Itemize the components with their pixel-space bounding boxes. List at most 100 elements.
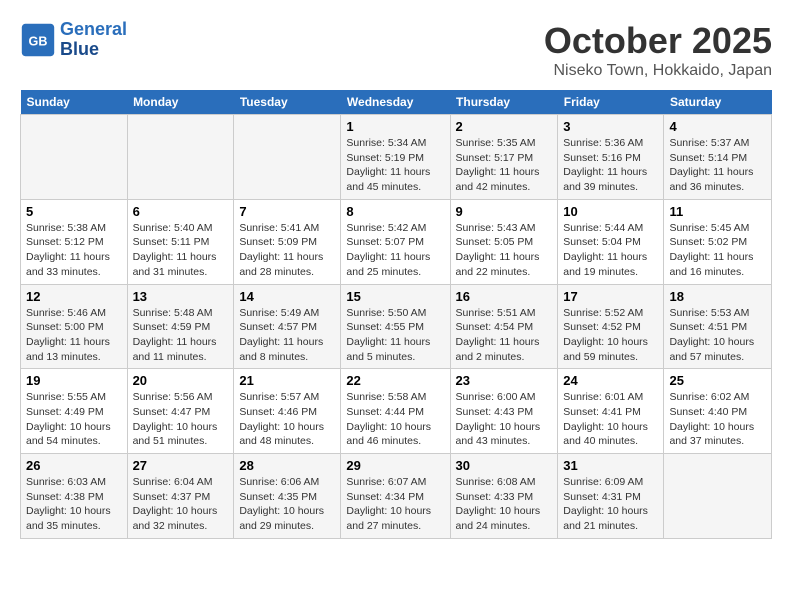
- day-info: Sunrise: 5:44 AM Sunset: 5:04 PM Dayligh…: [563, 221, 658, 280]
- weekday-header-sunday: Sunday: [21, 90, 128, 115]
- calendar-cell: [234, 115, 341, 200]
- day-number: 16: [456, 289, 553, 304]
- day-info: Sunrise: 5:40 AM Sunset: 5:11 PM Dayligh…: [133, 221, 229, 280]
- logo-line2: Blue: [60, 39, 99, 59]
- calendar-cell: 1 Sunrise: 5:34 AM Sunset: 5:19 PM Daylig…: [341, 115, 450, 200]
- day-info: Sunrise: 6:09 AM Sunset: 4:31 PM Dayligh…: [563, 475, 658, 534]
- calendar-cell: 7Sunrise: 5:41 AM Sunset: 5:09 PM Daylig…: [234, 199, 341, 284]
- day-info: Sunrise: 5:57 AM Sunset: 4:46 PM Dayligh…: [239, 390, 335, 449]
- weekday-row: SundayMondayTuesdayWednesdayThursdayFrid…: [21, 90, 772, 115]
- calendar-cell: 26Sunrise: 6:03 AM Sunset: 4:38 PM Dayli…: [21, 454, 128, 539]
- calendar-cell: 9 Sunrise: 5:43 AM Sunset: 5:05 PM Daylig…: [450, 199, 558, 284]
- day-info: Sunrise: 5:52 AM Sunset: 4:52 PM Dayligh…: [563, 306, 658, 365]
- day-number: 24: [563, 373, 658, 388]
- day-info: Sunrise: 5:48 AM Sunset: 4:59 PM Dayligh…: [133, 306, 229, 365]
- calendar-cell: 6 Sunrise: 5:40 AM Sunset: 5:11 PM Daylig…: [127, 199, 234, 284]
- day-info: Sunrise: 5:45 AM Sunset: 5:02 PM Dayligh…: [669, 221, 766, 280]
- calendar-cell: 15 Sunrise: 5:50 AM Sunset: 4:55 PM Dayli…: [341, 284, 450, 369]
- calendar-table: SundayMondayTuesdayWednesdayThursdayFrid…: [20, 90, 772, 539]
- calendar-cell: 4 Sunrise: 5:37 AM Sunset: 5:14 PM Daylig…: [664, 115, 772, 200]
- calendar-cell: 2 Sunrise: 5:35 AM Sunset: 5:17 PM Daylig…: [450, 115, 558, 200]
- day-number: 5: [26, 204, 122, 219]
- calendar-cell: 18 Sunrise: 5:53 AM Sunset: 4:51 PM Dayli…: [664, 284, 772, 369]
- day-number: 14: [239, 289, 335, 304]
- day-number: 4: [669, 119, 766, 134]
- day-number: 12: [26, 289, 122, 304]
- day-number: 13: [133, 289, 229, 304]
- day-info: Sunrise: 5:58 AM Sunset: 4:44 PM Dayligh…: [346, 390, 444, 449]
- calendar-cell: [21, 115, 128, 200]
- day-number: 10: [563, 204, 658, 219]
- day-info: Sunrise: 5:36 AM Sunset: 5:16 PM Dayligh…: [563, 136, 658, 195]
- calendar-cell: 11 Sunrise: 5:45 AM Sunset: 5:02 PM Dayli…: [664, 199, 772, 284]
- logo-text: General Blue: [60, 20, 127, 60]
- day-number: 20: [133, 373, 229, 388]
- day-number: 6: [133, 204, 229, 219]
- day-number: 29: [346, 458, 444, 473]
- day-info: Sunrise: 5:49 AM Sunset: 4:57 PM Dayligh…: [239, 306, 335, 365]
- day-info: Sunrise: 5:46 AM Sunset: 5:00 PM Dayligh…: [26, 306, 122, 365]
- day-number: 2: [456, 119, 553, 134]
- calendar-cell: 28Sunrise: 6:06 AM Sunset: 4:35 PM Dayli…: [234, 454, 341, 539]
- day-info: Sunrise: 6:01 AM Sunset: 4:41 PM Dayligh…: [563, 390, 658, 449]
- day-info: Sunrise: 6:06 AM Sunset: 4:35 PM Dayligh…: [239, 475, 335, 534]
- calendar-header: SundayMondayTuesdayWednesdayThursdayFrid…: [21, 90, 772, 115]
- calendar-cell: 19 Sunrise: 5:55 AM Sunset: 4:49 PM Dayli…: [21, 369, 128, 454]
- day-info: Sunrise: 6:00 AM Sunset: 4:43 PM Dayligh…: [456, 390, 553, 449]
- calendar-cell: 10 Sunrise: 5:44 AM Sunset: 5:04 PM Dayli…: [558, 199, 664, 284]
- svg-text:GB: GB: [29, 34, 48, 48]
- calendar-cell: 31 Sunrise: 6:09 AM Sunset: 4:31 PM Dayli…: [558, 454, 664, 539]
- day-info: Sunrise: 5:53 AM Sunset: 4:51 PM Dayligh…: [669, 306, 766, 365]
- calendar-cell: 21 Sunrise: 5:57 AM Sunset: 4:46 PM Dayli…: [234, 369, 341, 454]
- title-block: October 2025 Niseko Town, Hokkaido, Japa…: [544, 20, 772, 80]
- day-number: 27: [133, 458, 229, 473]
- calendar-cell: 20Sunrise: 5:56 AM Sunset: 4:47 PM Dayli…: [127, 369, 234, 454]
- calendar-cell: 16 Sunrise: 5:51 AM Sunset: 4:54 PM Dayli…: [450, 284, 558, 369]
- month-title: October 2025: [544, 20, 772, 62]
- day-number: 15: [346, 289, 444, 304]
- calendar-cell: 3 Sunrise: 5:36 AM Sunset: 5:16 PM Daylig…: [558, 115, 664, 200]
- calendar-cell: 25Sunrise: 6:02 AM Sunset: 4:40 PM Dayli…: [664, 369, 772, 454]
- calendar-body: 1 Sunrise: 5:34 AM Sunset: 5:19 PM Daylig…: [21, 115, 772, 539]
- day-info: Sunrise: 5:42 AM Sunset: 5:07 PM Dayligh…: [346, 221, 444, 280]
- week-row-4: 19 Sunrise: 5:55 AM Sunset: 4:49 PM Dayli…: [21, 369, 772, 454]
- day-number: 3: [563, 119, 658, 134]
- day-number: 8: [346, 204, 444, 219]
- weekday-header-tuesday: Tuesday: [234, 90, 341, 115]
- day-info: Sunrise: 5:41 AM Sunset: 5:09 PM Dayligh…: [239, 221, 335, 280]
- week-row-1: 1 Sunrise: 5:34 AM Sunset: 5:19 PM Daylig…: [21, 115, 772, 200]
- day-number: 26: [26, 458, 122, 473]
- day-info: Sunrise: 6:08 AM Sunset: 4:33 PM Dayligh…: [456, 475, 553, 534]
- day-number: 17: [563, 289, 658, 304]
- day-number: 19: [26, 373, 122, 388]
- day-info: Sunrise: 5:35 AM Sunset: 5:17 PM Dayligh…: [456, 136, 553, 195]
- day-info: Sunrise: 5:37 AM Sunset: 5:14 PM Dayligh…: [669, 136, 766, 195]
- day-number: 1: [346, 119, 444, 134]
- day-number: 31: [563, 458, 658, 473]
- calendar-cell: 8 Sunrise: 5:42 AM Sunset: 5:07 PM Daylig…: [341, 199, 450, 284]
- weekday-header-saturday: Saturday: [664, 90, 772, 115]
- day-info: Sunrise: 5:34 AM Sunset: 5:19 PM Dayligh…: [346, 136, 444, 195]
- calendar-cell: 17 Sunrise: 5:52 AM Sunset: 4:52 PM Dayli…: [558, 284, 664, 369]
- day-info: Sunrise: 5:51 AM Sunset: 4:54 PM Dayligh…: [456, 306, 553, 365]
- day-number: 30: [456, 458, 553, 473]
- day-number: 9: [456, 204, 553, 219]
- location-title: Niseko Town, Hokkaido, Japan: [544, 62, 772, 80]
- calendar-cell: 30 Sunrise: 6:08 AM Sunset: 4:33 PM Dayli…: [450, 454, 558, 539]
- weekday-header-monday: Monday: [127, 90, 234, 115]
- day-info: Sunrise: 5:43 AM Sunset: 5:05 PM Dayligh…: [456, 221, 553, 280]
- day-info: Sunrise: 5:38 AM Sunset: 5:12 PM Dayligh…: [26, 221, 122, 280]
- day-info: Sunrise: 5:55 AM Sunset: 4:49 PM Dayligh…: [26, 390, 122, 449]
- logo-line1: General: [60, 19, 127, 39]
- day-number: 18: [669, 289, 766, 304]
- day-number: 11: [669, 204, 766, 219]
- day-number: 25: [669, 373, 766, 388]
- week-row-3: 12 Sunrise: 5:46 AM Sunset: 5:00 PM Dayli…: [21, 284, 772, 369]
- week-row-5: 26Sunrise: 6:03 AM Sunset: 4:38 PM Dayli…: [21, 454, 772, 539]
- calendar-cell: 5 Sunrise: 5:38 AM Sunset: 5:12 PM Daylig…: [21, 199, 128, 284]
- day-info: Sunrise: 5:50 AM Sunset: 4:55 PM Dayligh…: [346, 306, 444, 365]
- day-info: Sunrise: 6:07 AM Sunset: 4:34 PM Dayligh…: [346, 475, 444, 534]
- calendar-cell: [664, 454, 772, 539]
- day-number: 21: [239, 373, 335, 388]
- calendar-cell: 13 Sunrise: 5:48 AM Sunset: 4:59 PM Dayli…: [127, 284, 234, 369]
